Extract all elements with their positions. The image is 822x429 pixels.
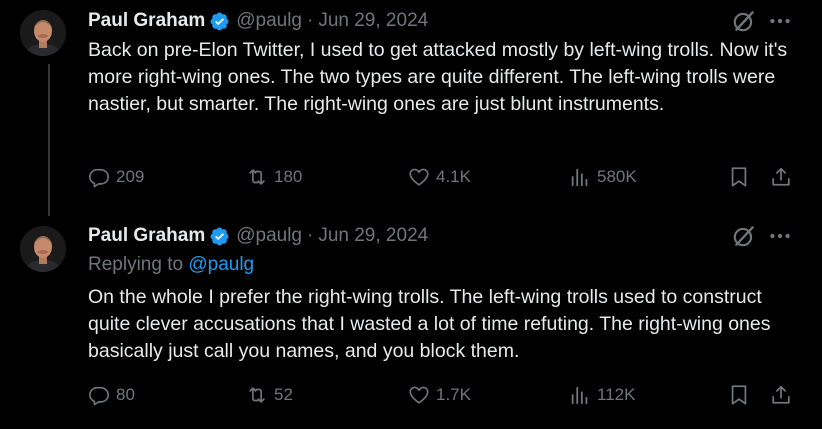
separator-dot: ·	[307, 225, 314, 246]
verified-badge-icon	[210, 227, 229, 245]
verified-badge-icon	[210, 12, 229, 30]
thread-connector-line	[48, 64, 50, 216]
repost-icon	[249, 387, 265, 403]
share-icon	[772, 167, 790, 186]
tweet-text: Back on pre-Elon Twitter, I used to get …	[88, 39, 788, 115]
views-button[interactable]: 112K	[569, 380, 635, 410]
grok-icon[interactable]	[731, 223, 757, 249]
author-handle[interactable]: @paulg	[236, 10, 302, 32]
author-name[interactable]: Paul Graham	[88, 225, 205, 247]
bookmark-icon	[731, 167, 747, 187]
tweet-date[interactable]: Jun 29, 2024	[318, 10, 428, 32]
repost-count: 52	[274, 385, 293, 404]
bookmark-button[interactable]	[728, 380, 750, 410]
tweet-2[interactable]: Paul Graham @paulg · Jun 29, 2024 Replyi…	[0, 214, 822, 429]
tweet-1[interactable]: Paul Graham @paulg · Jun 29, 2024 Back o…	[0, 0, 822, 216]
replying-to-mention[interactable]: @paulg	[188, 254, 254, 275]
share-button[interactable]	[770, 380, 792, 410]
repost-button[interactable]: 52	[246, 380, 293, 410]
author-photo	[20, 10, 66, 56]
tweet-actions: 209 180 4.1K 580K	[88, 162, 800, 192]
view-count: 580K	[597, 167, 637, 186]
author-name[interactable]: Paul Graham	[88, 10, 205, 32]
reply-count: 209	[116, 167, 145, 186]
share-button[interactable]	[770, 162, 792, 192]
reply-button[interactable]: 209	[88, 162, 144, 192]
share-icon	[772, 385, 790, 404]
tweet-actions: 80 52 1.7K 112K	[88, 380, 800, 410]
replying-to-label: Replying to	[88, 254, 184, 275]
like-count: 4.1K	[436, 167, 471, 186]
more-dots-icon[interactable]	[767, 8, 793, 34]
grok-icon[interactable]	[731, 8, 757, 34]
tweet-header: Paul Graham @paulg · Jun 29, 2024	[88, 224, 428, 248]
tweet-date[interactable]: Jun 29, 2024	[318, 225, 428, 247]
repost-button[interactable]: 180	[246, 162, 302, 192]
author-photo	[20, 226, 66, 272]
tweet-header: Paul Graham @paulg · Jun 29, 2024	[88, 9, 428, 33]
tweet-text: On the whole I prefer the right-wing tro…	[88, 286, 771, 362]
reply-icon	[89, 168, 109, 188]
bookmark-button[interactable]	[728, 162, 750, 192]
more-dots-icon[interactable]	[767, 223, 793, 249]
reply-button[interactable]: 80	[88, 380, 135, 410]
reply-count: 80	[116, 385, 135, 404]
separator-dot: ·	[307, 10, 314, 31]
views-icon	[571, 168, 588, 187]
bookmark-icon	[731, 385, 747, 405]
views-icon	[571, 386, 588, 405]
author-handle[interactable]: @paulg	[236, 225, 302, 247]
replying-to: Replying to @paulg	[88, 254, 254, 276]
avatar[interactable]	[20, 10, 66, 56]
heart-icon	[409, 386, 429, 404]
avatar[interactable]	[20, 226, 66, 272]
like-button[interactable]: 4.1K	[408, 162, 471, 192]
views-button[interactable]: 580K	[569, 162, 637, 192]
view-count: 112K	[597, 385, 636, 404]
heart-icon	[409, 168, 429, 186]
like-button[interactable]: 1.7K	[408, 380, 471, 410]
reply-icon	[89, 386, 109, 406]
repost-count: 180	[274, 167, 303, 186]
repost-icon	[249, 169, 265, 185]
like-count: 1.7K	[436, 385, 471, 404]
